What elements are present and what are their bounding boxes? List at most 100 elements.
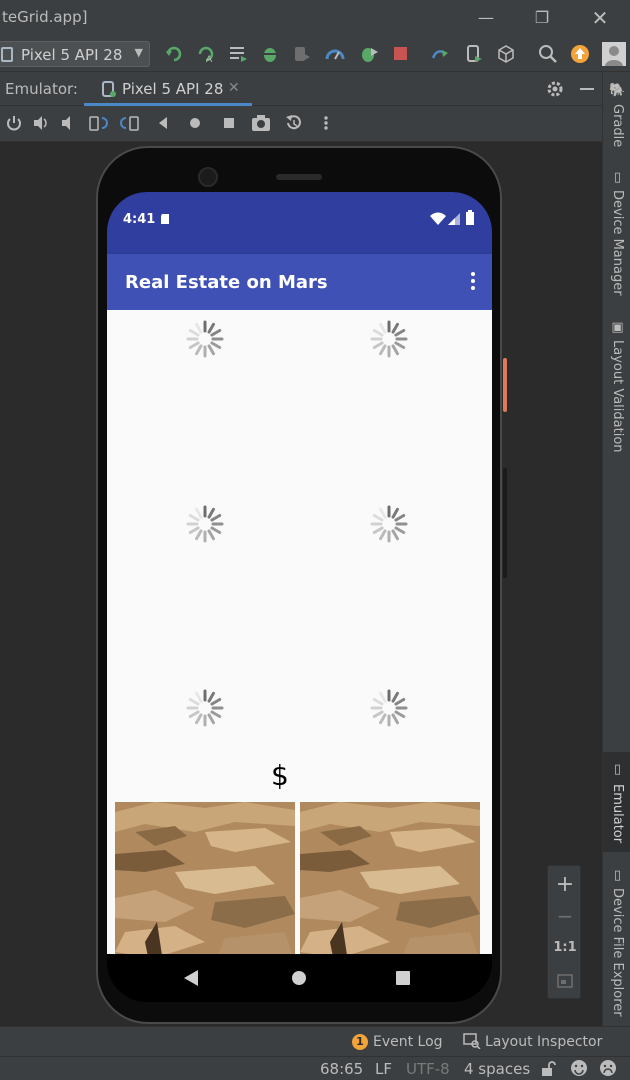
emulator-icon: ▯ xyxy=(610,762,625,777)
elephant-icon: 🐘 xyxy=(610,82,625,98)
loading-spinner-icon xyxy=(370,505,408,543)
tab-emulator[interactable]: ▯ Emulator xyxy=(603,752,630,852)
layout-inspector-icon xyxy=(463,1033,481,1049)
svg-text:A: A xyxy=(206,55,213,64)
file-encoding[interactable]: UTF-8 xyxy=(406,1060,450,1078)
mars-photo[interactable] xyxy=(300,802,480,954)
camera-icon[interactable] xyxy=(251,114,271,132)
tab-label: Pixel 5 API 28 xyxy=(122,80,224,98)
tab-emulator-label: Emulator xyxy=(610,784,625,844)
emulator-label: Emulator: xyxy=(5,80,78,98)
zoom-in-button[interactable]: + xyxy=(548,872,582,897)
rotate-left-icon[interactable] xyxy=(88,114,108,132)
chevron-down-icon: ▼ xyxy=(134,46,143,59)
nav-back-icon[interactable] xyxy=(184,970,198,986)
apply-code-changes-icon[interactable]: A xyxy=(196,44,216,64)
tab-device-manager[interactable]: ▯ Device Manager xyxy=(603,170,630,300)
event-log-count-badge: 1 xyxy=(352,1034,368,1050)
loading-spinner-icon xyxy=(186,505,224,543)
happy-face-icon[interactable] xyxy=(570,1059,588,1077)
layout-inspector-button[interactable]: Layout Inspector xyxy=(485,1034,602,1050)
tab-layout-validation[interactable]: ▣ Layout Validation xyxy=(603,320,630,460)
overview-icon[interactable] xyxy=(222,116,236,130)
earpiece-speaker xyxy=(276,174,322,180)
volume-up-icon[interactable] xyxy=(32,115,50,131)
stop-icon[interactable] xyxy=(392,45,410,63)
mars-photo[interactable] xyxy=(115,802,295,954)
gear-icon[interactable] xyxy=(546,80,564,98)
tab-gradle-label: Gradle xyxy=(610,104,625,148)
right-tool-stripe: 🐘 Gradle ▯ Device Manager ▣ Layout Valid… xyxy=(602,72,630,1026)
event-log-button[interactable]: Event Log xyxy=(373,1034,443,1050)
device-manager-icon[interactable] xyxy=(464,44,484,64)
apply-changes-restart-icon[interactable] xyxy=(164,44,184,64)
tab-pixel-5[interactable]: Pixel 5 API 28 ✕ xyxy=(84,72,252,106)
tab-device-manager-label: Device Manager xyxy=(610,190,625,296)
overflow-menu-icon[interactable] xyxy=(470,272,476,292)
fit-screen-icon[interactable] xyxy=(557,974,573,988)
volume-button xyxy=(503,468,507,578)
sync-project-icon[interactable] xyxy=(430,44,452,64)
battery-icon xyxy=(466,210,474,225)
close-icon[interactable]: ✕ xyxy=(590,8,610,28)
android-nav-bar xyxy=(107,954,492,1002)
side-button xyxy=(503,358,507,412)
app-bar: Real Estate on Mars xyxy=(107,254,492,310)
search-icon[interactable] xyxy=(538,44,558,64)
back-icon[interactable] xyxy=(156,116,170,130)
nav-home-icon[interactable] xyxy=(292,971,306,985)
update-icon[interactable] xyxy=(570,44,590,64)
minimize-icon[interactable]: — xyxy=(476,8,496,28)
phone-icon xyxy=(1,47,13,62)
home-icon[interactable] xyxy=(188,116,202,130)
loading-spinner-icon xyxy=(370,320,408,358)
loading-spinner-icon xyxy=(186,689,224,727)
tab-gradle[interactable]: 🐘 Gradle xyxy=(603,82,630,162)
power-icon[interactable] xyxy=(6,115,22,131)
signal-icon xyxy=(448,213,460,225)
apply-changes-debug-icon[interactable] xyxy=(358,44,380,64)
restore-icon[interactable]: ❐ xyxy=(532,8,552,28)
loading-spinner-icon xyxy=(370,689,408,727)
zoom-1-1-button[interactable]: 1:1 xyxy=(548,940,582,955)
wifi-icon xyxy=(430,212,446,225)
sad-face-icon[interactable] xyxy=(599,1059,617,1077)
line-separator[interactable]: LF xyxy=(375,1060,392,1078)
more-options-icon[interactable] xyxy=(322,115,330,131)
tab-device-file-explorer[interactable]: ▯ Device File Explorer xyxy=(603,868,630,1018)
tab-device-file-explorer-label: Device File Explorer xyxy=(610,888,625,1017)
sdk-manager-icon[interactable] xyxy=(496,44,516,64)
nav-recents-icon[interactable] xyxy=(396,971,410,985)
tab-layout-validation-label: Layout Validation xyxy=(610,340,625,453)
sd-card-icon xyxy=(161,214,169,224)
unlock-icon[interactable] xyxy=(540,1061,556,1077)
run-config-icon[interactable] xyxy=(228,45,248,63)
main-toolbar: Pixel 5 API 28 ▼ xyxy=(0,36,630,72)
snapshot-icon[interactable] xyxy=(284,114,304,132)
zoom-panel: + − 1:1 xyxy=(547,865,581,999)
attach-debugger-icon[interactable] xyxy=(292,44,312,64)
mars-rocks-image xyxy=(115,802,295,954)
hide-panel-icon[interactable] xyxy=(580,88,594,90)
window-title: teGrid.app] xyxy=(2,8,88,26)
phone-icon: ▯ xyxy=(610,170,625,185)
profile-icon[interactable] xyxy=(324,44,346,64)
layout-icon: ▣ xyxy=(610,320,625,335)
device-selector[interactable]: Pixel 5 API 28 ▼ xyxy=(0,41,150,67)
emulator-controls xyxy=(0,106,602,142)
status-time: 4:41 xyxy=(123,212,156,227)
zoom-out-button[interactable]: − xyxy=(548,904,582,928)
close-tab-icon[interactable]: ✕ xyxy=(228,80,240,96)
rotate-right-icon[interactable] xyxy=(120,114,140,132)
caret-position[interactable]: 68:65 xyxy=(320,1060,363,1078)
android-status-bar: 4:41 xyxy=(107,192,492,254)
phone-icon xyxy=(102,81,116,97)
debug-icon[interactable] xyxy=(260,44,280,64)
title-bar: teGrid.app] — ❐ ✕ xyxy=(0,0,630,36)
account-icon[interactable] xyxy=(602,42,626,66)
price-symbol: $ xyxy=(271,759,289,792)
photo-grid: $ xyxy=(107,310,492,954)
volume-down-icon[interactable] xyxy=(60,115,76,131)
indent-setting[interactable]: 4 spaces xyxy=(464,1060,530,1078)
device-screen[interactable]: 4:41 Real Estate on Mars $ xyxy=(107,192,492,1002)
